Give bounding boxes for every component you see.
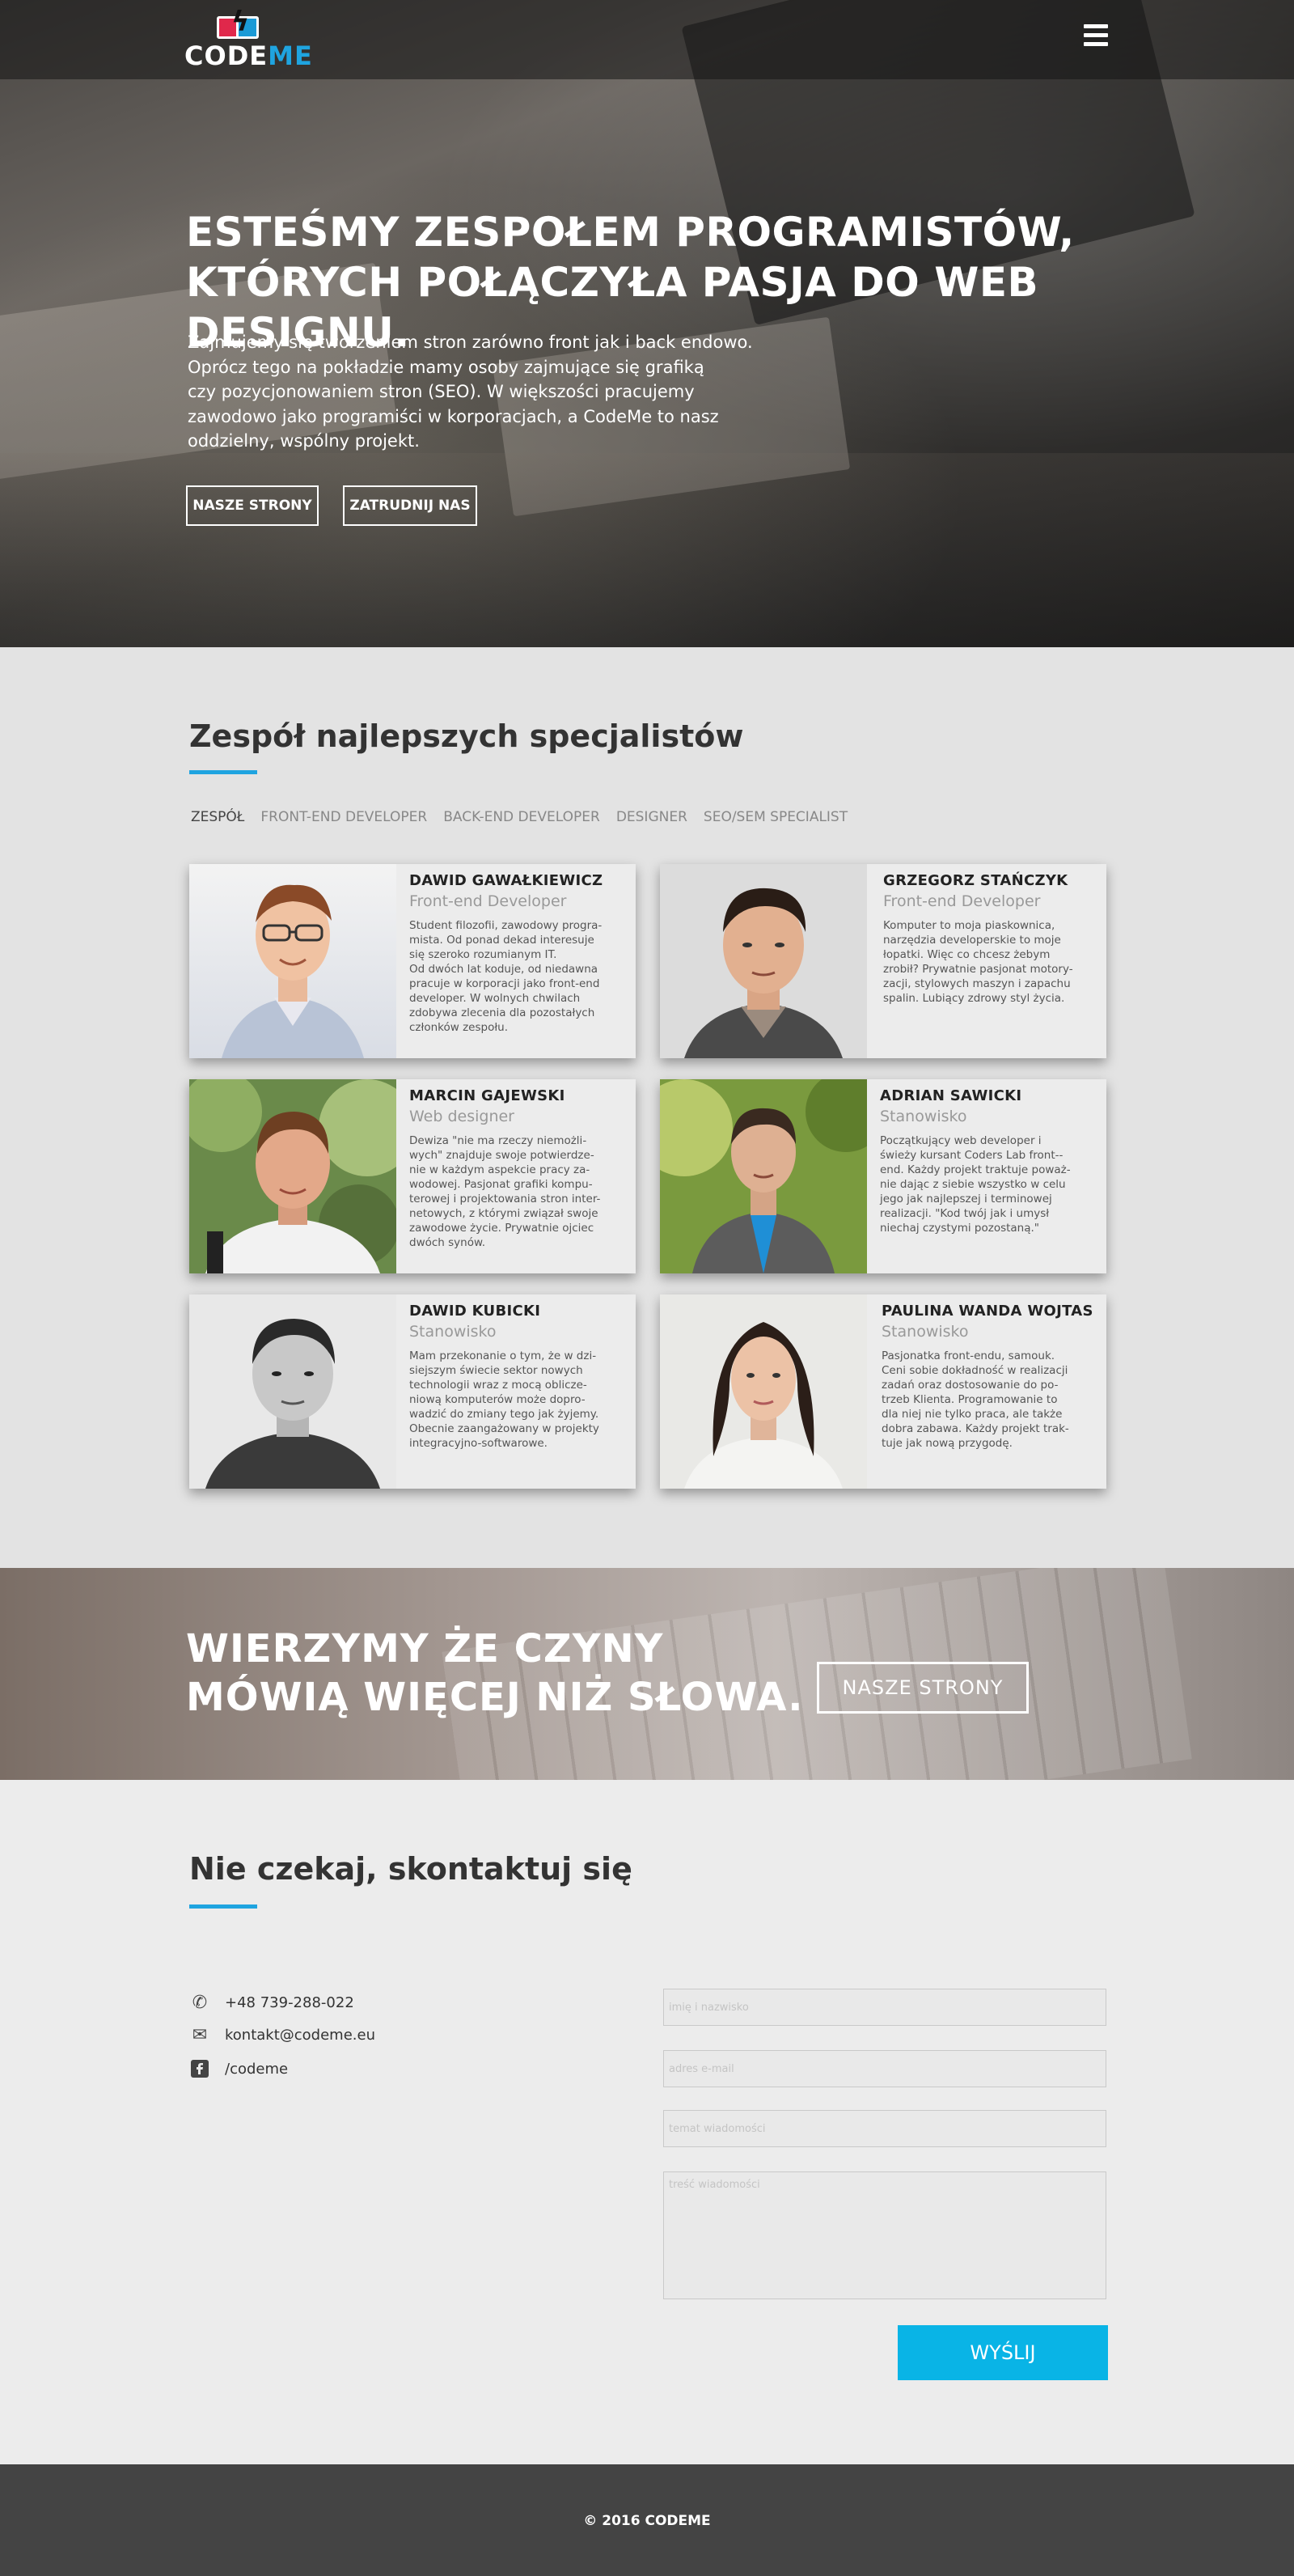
logo-wordmark: CODEME bbox=[184, 40, 313, 71]
member-role: Front-end Developer bbox=[883, 892, 1041, 910]
member-name: DAWID KUBICKI bbox=[409, 1303, 541, 1320]
member-photo bbox=[189, 864, 396, 1058]
member-info: PAULINA WANDA WOJTAS Stanowisko Pasjonat… bbox=[882, 1303, 1100, 1451]
member-description: Dewiza "nie ma rzeczy niemożli-wych" zna… bbox=[409, 1134, 601, 1249]
member-role: Stanowisko bbox=[880, 1108, 967, 1125]
contact-section: Nie czekaj, skontaktuj się ✆ +48 739-288… bbox=[0, 1780, 1294, 2464]
email-input[interactable] bbox=[663, 2050, 1106, 2087]
member-role: Stanowisko bbox=[409, 1323, 497, 1341]
member-photo bbox=[189, 1294, 396, 1489]
quote-banner: WIERZYMY ŻE CZYNY MÓWIĄ WIĘCEJ NIŻ SŁOWA… bbox=[0, 1568, 1294, 1780]
contact-email: ✉ kontakt@codeme.eu bbox=[189, 2024, 375, 2045]
codeme-logo[interactable]: ϟ CODEME bbox=[184, 8, 312, 71]
member-photo bbox=[660, 1079, 867, 1273]
member-photo bbox=[660, 864, 867, 1058]
member-info: ADRIAN SAWICKI Stanowisko Początkujący w… bbox=[880, 1087, 1098, 1235]
facebook-link[interactable]: /codeme bbox=[225, 2061, 288, 2078]
contact-facebook: /codeme bbox=[189, 2058, 288, 2079]
team-filter-tabs: ZESPÓŁ FRONT-END DEVELOPER BACK-END DEVE… bbox=[191, 809, 864, 825]
message-textarea[interactable] bbox=[663, 2171, 1106, 2299]
team-member-card[interactable]: ADRIAN SAWICKI Stanowisko Początkujący w… bbox=[660, 1079, 1106, 1273]
team-member-card[interactable]: DAWID GAWAŁKIEWICZ Front-end Developer S… bbox=[189, 864, 636, 1058]
title-underline bbox=[189, 770, 257, 774]
member-name: ADRIAN SAWICKI bbox=[880, 1087, 1022, 1104]
logo-mark-icon: ϟ bbox=[217, 8, 262, 44]
facebook-icon bbox=[189, 2058, 210, 2079]
hero-text-line: czy pozycjonowaniem stron (SEO). W więks… bbox=[188, 382, 695, 401]
email-address[interactable]: kontakt@codeme.eu bbox=[225, 2027, 375, 2044]
filter-tab-designer[interactable]: DESIGNER bbox=[616, 809, 687, 825]
hero-description: Zajmujemy się tworzeniem stron zarówno f… bbox=[188, 330, 786, 454]
contact-phone: ✆ +48 739-288-022 bbox=[189, 1992, 354, 2013]
subject-input[interactable] bbox=[663, 2110, 1106, 2147]
hero-text-line: Oprócz tego na pokładzie mamy osoby zajm… bbox=[188, 357, 704, 377]
quote-line-2: MÓWIĄ WIĘCEJ NIŻ SŁOWA. bbox=[186, 1675, 804, 1720]
member-name: PAULINA WANDA WOJTAS bbox=[882, 1303, 1093, 1320]
member-name: DAWID GAWAŁKIEWICZ bbox=[409, 872, 603, 889]
team-member-card[interactable]: PAULINA WANDA WOJTAS Stanowisko Pasjonat… bbox=[660, 1294, 1106, 1489]
hero-text-line: oddzielny, wspólny projekt. bbox=[188, 431, 420, 451]
our-sites-banner-button[interactable]: NASZE STRONY bbox=[817, 1662, 1029, 1714]
hire-us-button[interactable]: ZATRUDNIJ NAS bbox=[343, 485, 477, 526]
hero-bg-keyboard bbox=[0, 453, 1294, 647]
title-underline bbox=[189, 1904, 257, 1909]
team-member-card[interactable]: DAWID KUBICKI Stanowisko Mam przekonanie… bbox=[189, 1294, 636, 1489]
member-description: Komputer to moja piaskownica, narzędzia d… bbox=[883, 919, 1073, 1005]
phone-icon: ✆ bbox=[192, 1992, 208, 2013]
page: ϟ CODEME ESTEŚMY ZESPOŁEM PROGRAMISTÓW, … bbox=[0, 0, 1294, 2576]
hero-section: ϟ CODEME ESTEŚMY ZESPOŁEM PROGRAMISTÓW, … bbox=[0, 0, 1294, 647]
quote-text: WIERZYMY ŻE CZYNY MÓWIĄ WIĘCEJ NIŻ SŁOWA… bbox=[186, 1625, 804, 1722]
contact-section-title: Nie czekaj, skontaktuj się bbox=[189, 1851, 632, 1887]
member-role: Web designer bbox=[409, 1108, 514, 1125]
team-member-card[interactable]: MARCIN GAJEWSKI Web designer Dewiza "nie… bbox=[189, 1079, 636, 1273]
envelope-icon: ✉ bbox=[192, 2024, 208, 2045]
filter-tab-front-end[interactable]: FRONT-END DEVELOPER bbox=[260, 809, 427, 825]
copyright-text: © 2016 CODEME bbox=[583, 2513, 711, 2529]
footer: © 2016 CODEME bbox=[0, 2464, 1294, 2576]
our-sites-button[interactable]: NASZE STRONY bbox=[186, 485, 319, 526]
member-info: DAWID KUBICKI Stanowisko Mam przekonanie… bbox=[409, 1303, 628, 1451]
quote-line-1: WIERZYMY ŻE CZYNY bbox=[186, 1626, 664, 1671]
team-section: Zespół najlepszych specjalistów ZESPÓŁ F… bbox=[0, 647, 1294, 1568]
member-description: Student filozofii, zawodowy progra-mista… bbox=[409, 919, 603, 1034]
member-name: GRZEGORZ STAŃCZYK bbox=[883, 872, 1068, 889]
hero-title-line-1: ESTEŚMY ZESPOŁEM PROGRAMISTÓW, bbox=[186, 209, 1075, 256]
hero-text-line: zawodowo jako programiści w korporacjach… bbox=[188, 406, 719, 426]
filter-tab-team[interactable]: ZESPÓŁ bbox=[191, 809, 244, 825]
member-role: Stanowisko bbox=[882, 1323, 969, 1341]
member-description: Mam przekonanie o tym, że w dzi-siejszym… bbox=[409, 1349, 599, 1450]
top-navbar: ϟ CODEME bbox=[0, 0, 1294, 79]
filter-tab-back-end[interactable]: BACK-END DEVELOPER bbox=[443, 809, 600, 825]
member-photo bbox=[189, 1079, 396, 1273]
member-info: DAWID GAWAŁKIEWICZ Front-end Developer S… bbox=[409, 872, 628, 1035]
send-button[interactable]: WYŚLIJ bbox=[898, 2325, 1108, 2380]
team-section-title: Zespół najlepszych specjalistów bbox=[189, 718, 744, 754]
filter-tab-seo[interactable]: SEO/SEM SPECIALIST bbox=[704, 809, 848, 825]
team-member-card[interactable]: GRZEGORZ STAŃCZYK Front-end Developer Ko… bbox=[660, 864, 1106, 1058]
hero-text-line: Zajmujemy się tworzeniem stron zarówno f… bbox=[188, 333, 753, 352]
member-description: Pasjonatka front-endu, samouk. Ceni sobie… bbox=[882, 1349, 1069, 1450]
member-photo bbox=[660, 1294, 867, 1489]
member-info: MARCIN GAJEWSKI Web designer Dewiza "nie… bbox=[409, 1087, 628, 1250]
hamburger-menu-icon[interactable] bbox=[1084, 24, 1108, 47]
name-input[interactable] bbox=[663, 1989, 1106, 2026]
member-name: MARCIN GAJEWSKI bbox=[409, 1087, 565, 1104]
member-info: GRZEGORZ STAŃCZYK Front-end Developer Ko… bbox=[883, 872, 1102, 1006]
member-role: Front-end Developer bbox=[409, 892, 567, 910]
phone-number[interactable]: +48 739-288-022 bbox=[225, 1994, 354, 2011]
member-description: Początkujący web developer i świeży kursa… bbox=[880, 1134, 1071, 1235]
